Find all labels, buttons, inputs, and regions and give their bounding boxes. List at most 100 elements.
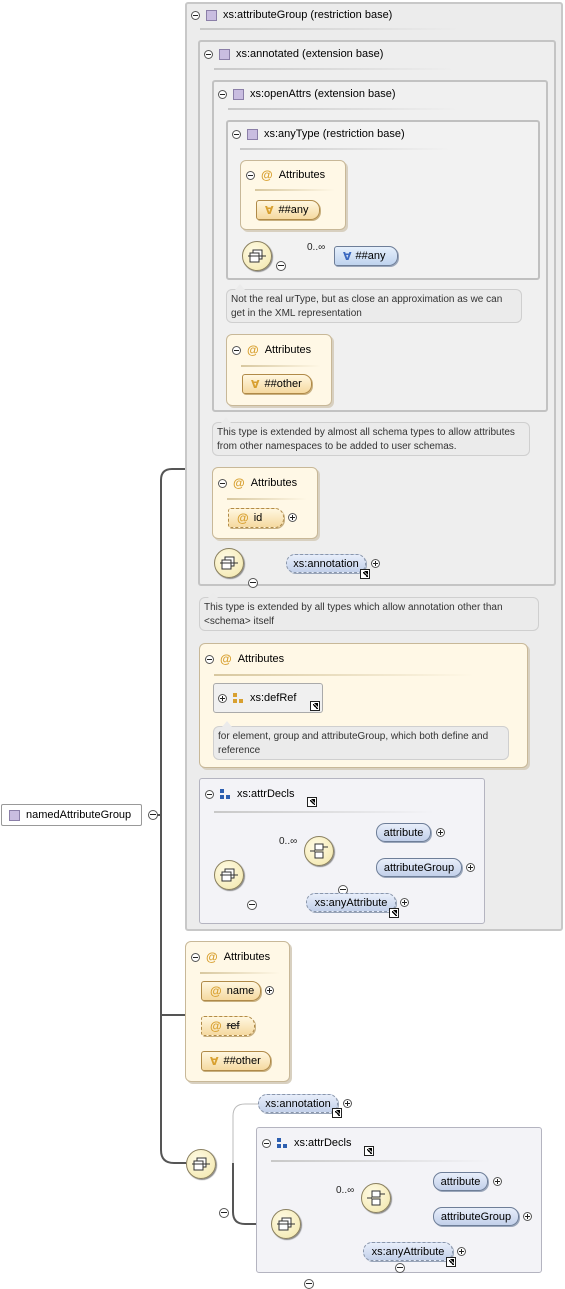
annotated-documentation: This type is extended by all types which…	[199, 597, 539, 631]
expand-attributeGroup-toggle[interactable]	[523, 1212, 532, 1221]
expand-toggle[interactable]	[218, 693, 227, 703]
sequence-compositor[interactable]	[271, 1209, 301, 1239]
occurs-label: 0..∞	[279, 836, 298, 847]
attribute-icon: @	[261, 168, 273, 182]
other-attr-label: ##other	[264, 378, 302, 390]
anyAttribute-element[interactable]: xs:anyAttribute	[306, 893, 396, 912]
sequence-compositor[interactable]	[214, 860, 244, 890]
expand-annotation-toggle[interactable]	[371, 559, 380, 568]
collapse-sequence-toggle[interactable]	[248, 578, 258, 588]
annotated-base-label: xs:annotated (extension base)	[236, 48, 384, 60]
reference-link-icon[interactable]	[310, 701, 320, 711]
attributeGroup-base-label: xs:attributeGroup (restriction base)	[223, 9, 393, 21]
collapse-root-toggle[interactable]	[148, 810, 158, 820]
collapse-toggle[interactable]	[205, 789, 214, 799]
attributeGroup-label: attributeGroup	[440, 1210, 512, 1223]
expand-attribute-toggle[interactable]	[493, 1177, 502, 1186]
attribute-label: attribute	[383, 826, 424, 839]
attributes-label: Attributes	[264, 344, 312, 356]
reference-link-icon[interactable]	[446, 1257, 456, 1267]
collapse-toggle[interactable]	[262, 1138, 271, 1148]
reference-link-icon[interactable]	[364, 1146, 374, 1156]
attrDecls-label: xs:attrDecls	[294, 1137, 352, 1149]
type-icon	[247, 128, 258, 140]
attributes-label: Attributes	[278, 169, 326, 181]
reference-link-icon[interactable]	[389, 908, 399, 918]
collapse-sequence-toggle[interactable]	[219, 1208, 229, 1218]
annotated-attributes-group: @ Attributes	[212, 467, 318, 539]
other-attribute-wildcard[interactable]: ∀ ##other	[201, 1051, 271, 1071]
choice-icon	[367, 1190, 385, 1206]
sequence-icon	[220, 556, 238, 570]
name-attribute[interactable]: @ name	[201, 981, 261, 1001]
collapse-toggle[interactable]	[191, 952, 200, 962]
expand-attributeGroup-toggle[interactable]	[466, 863, 475, 872]
wildcard-icon: ∀	[210, 1055, 219, 1068]
type-icon	[233, 88, 244, 100]
group-icon	[220, 788, 231, 800]
wildcard-icon: ∀	[343, 250, 352, 263]
openAttrs-documentation: This type is extended by almost all sche…	[212, 422, 530, 456]
attributeGroup-element[interactable]: attributeGroup	[376, 858, 462, 877]
collapse-sequence-toggle[interactable]	[304, 1279, 314, 1289]
attribute-element[interactable]: attribute	[433, 1172, 488, 1191]
wildcard-icon: ∀	[251, 378, 260, 391]
collapse-toggle[interactable]	[232, 345, 241, 355]
attribute-icon: @	[237, 511, 249, 525]
collapse-toggle[interactable]	[232, 129, 241, 139]
root-element[interactable]: namedAttributeGroup	[1, 804, 142, 826]
any-attr-label: ##any	[278, 204, 309, 216]
annotation-label: xs:annotation	[293, 557, 359, 570]
name-label: name	[226, 985, 255, 997]
collapse-choice-toggle[interactable]	[395, 1263, 405, 1273]
ref-attribute-prohibited[interactable]: @ ref	[201, 1016, 255, 1036]
defRef-attributeGroup-ref[interactable]: xs:defRef	[213, 683, 323, 713]
attribute-element[interactable]: attribute	[376, 823, 431, 842]
expand-name-toggle[interactable]	[265, 986, 274, 995]
defRef-documentation: for element, group and attributeGroup, w…	[213, 726, 509, 760]
collapse-toggle[interactable]	[246, 170, 255, 180]
annotation-element[interactable]: xs:annotation	[286, 554, 366, 573]
sequence-compositor[interactable]	[242, 241, 272, 271]
choice-compositor[interactable]	[304, 836, 334, 866]
choice-compositor[interactable]	[361, 1183, 391, 1213]
attributes-label: Attributes	[237, 653, 285, 665]
sequence-compositor[interactable]	[214, 548, 244, 578]
attribute-group-icon	[233, 692, 244, 704]
reference-link-icon[interactable]	[307, 797, 317, 807]
sequence-icon	[192, 1157, 210, 1171]
sequence-compositor[interactable]	[186, 1149, 216, 1179]
collapse-sequence-toggle[interactable]	[276, 261, 286, 271]
id-attribute[interactable]: @ id	[228, 508, 284, 528]
collapse-sequence-toggle[interactable]	[247, 900, 257, 910]
anyAttribute-label: xs:anyAttribute	[314, 896, 388, 909]
collapse-toggle[interactable]	[205, 654, 214, 664]
type-icon	[9, 809, 20, 821]
expand-id-toggle[interactable]	[288, 513, 297, 522]
attributeGroup-element[interactable]: attributeGroup	[433, 1207, 519, 1226]
attribute-label: attribute	[440, 1175, 481, 1188]
any-attribute-wildcard[interactable]: ∀ ##any	[256, 200, 320, 220]
reference-link-icon[interactable]	[360, 569, 370, 579]
attribute-icon: @	[206, 950, 218, 964]
collapse-toggle[interactable]	[191, 10, 200, 20]
reference-link-icon[interactable]	[332, 1108, 342, 1118]
occurs-label: 0..∞	[307, 242, 326, 253]
expand-anyAttribute-toggle[interactable]	[457, 1247, 466, 1256]
expand-annotation-toggle[interactable]	[343, 1099, 352, 1108]
anyAttribute-element[interactable]: xs:anyAttribute	[363, 1242, 453, 1261]
sequence-icon	[220, 868, 238, 882]
collapse-toggle[interactable]	[204, 49, 213, 59]
collapse-toggle[interactable]	[218, 89, 227, 99]
id-label: id	[253, 512, 263, 524]
any-element-wildcard[interactable]: ∀ ##any	[334, 246, 398, 266]
root-label: namedAttributeGroup	[26, 809, 132, 821]
attribute-icon: @	[247, 343, 259, 357]
collapse-toggle[interactable]	[218, 478, 227, 488]
other-attribute-wildcard[interactable]: ∀ ##other	[242, 374, 312, 394]
expand-anyAttribute-toggle[interactable]	[400, 898, 409, 907]
expand-attribute-toggle[interactable]	[436, 828, 445, 837]
attributes-label: Attributes	[250, 477, 298, 489]
annotation-element[interactable]: xs:annotation	[258, 1094, 338, 1113]
sequence-icon	[277, 1217, 295, 1231]
